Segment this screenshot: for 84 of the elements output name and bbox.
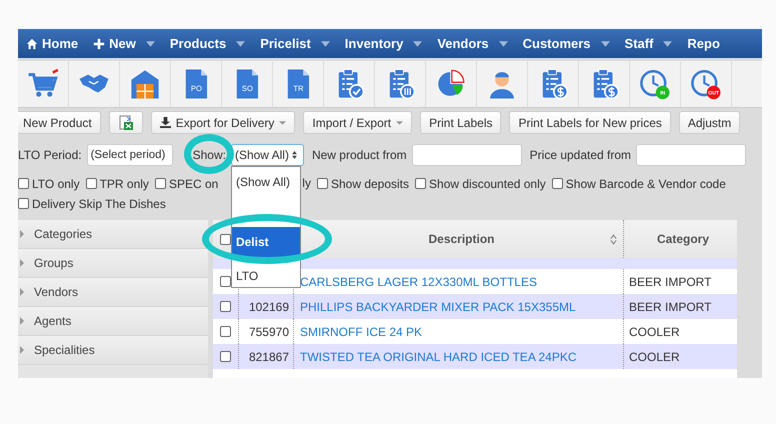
checkbox-label: ly <box>302 175 311 192</box>
caret-icon <box>279 120 286 124</box>
product-code-cell: 755970 <box>248 324 289 338</box>
select-all-checkbox[interactable] <box>220 234 231 244</box>
caret-icon <box>146 40 155 46</box>
product-code-cell: 821867 <box>248 350 289 364</box>
toolbar-button[interactable]: Print Labels <box>420 111 502 134</box>
sort-arrows-icon <box>292 151 297 159</box>
nav-menu-item[interactable]: Inventory <box>344 36 422 51</box>
excel-export-button[interactable] <box>108 111 143 134</box>
toolbar-button[interactable]: Adjustm <box>678 111 740 134</box>
expand-arrow-icon <box>20 259 24 267</box>
sort-icon <box>610 234 617 244</box>
category-cell: COOLER <box>629 324 680 338</box>
dropdown-option[interactable]: (Show All) <box>232 167 300 197</box>
toolbar-button[interactable]: New Product <box>18 111 101 134</box>
filter-checkbox[interactable]: Show discounted only <box>415 175 546 192</box>
nav-menu-item[interactable]: Customers <box>522 36 610 51</box>
caret-icon <box>396 120 404 124</box>
price-updated-from-field[interactable] <box>636 144 746 166</box>
row-checkbox[interactable] <box>220 276 231 287</box>
filter-checkbox[interactable]: LTO only <box>18 175 80 192</box>
lto-period-label: LTO Period: <box>18 148 82 162</box>
nav-menu-item[interactable]: Home <box>26 36 78 51</box>
show-label: Show: <box>192 148 226 162</box>
row-checkbox[interactable] <box>220 301 231 312</box>
caret-icon <box>600 40 610 46</box>
category-cell: BEER IMPORT <box>629 300 712 314</box>
expand-arrow-icon <box>20 288 24 296</box>
product-code-cell: 102169 <box>248 300 289 314</box>
home-icon <box>26 38 38 50</box>
plus-icon <box>93 38 106 50</box>
toolbar-button[interactable]: Import / Export <box>303 111 412 134</box>
product-link[interactable]: CARLSBERG LAGER 12X330ML BOTTLES <box>300 274 537 288</box>
nav-menu-item[interactable]: Staff <box>624 36 672 51</box>
sidebar-item[interactable]: Categories <box>18 220 208 249</box>
category-cell: COOLER <box>629 350 680 364</box>
toolbar-doc-button[interactable]: SO <box>222 61 273 107</box>
nav-menu-item[interactable]: Repo <box>687 36 720 51</box>
caret-icon <box>413 40 422 46</box>
row-checkbox[interactable] <box>220 351 231 362</box>
toolbar-button[interactable]: Export for Delivery <box>150 111 296 134</box>
sidebar-item[interactable]: Specialities <box>18 336 208 365</box>
sidebar-item-label: Agents <box>34 314 72 328</box>
toolbar-button[interactable]: Print Labels for New prices <box>509 111 671 134</box>
caret-icon <box>498 40 508 46</box>
new-product-from-label: New product from <box>312 148 407 162</box>
sidebar-item-label: Specialities <box>34 343 95 357</box>
show-select[interactable]: (Show All) <box>230 144 304 166</box>
expand-arrow-icon <box>20 317 24 325</box>
toolbar-doc-button[interactable]: TR <box>273 61 324 107</box>
lto-period-select[interactable]: (Select period) <box>86 144 173 166</box>
caret-icon <box>236 40 246 46</box>
expand-arrow-icon <box>20 346 24 354</box>
nav-menu-item[interactable]: Vendors <box>437 36 508 51</box>
caret-icon <box>320 40 330 46</box>
category-cell: BEER IMPORT <box>629 274 712 288</box>
product-link[interactable]: SMIRNOFF ICE 24 PK <box>300 324 422 338</box>
sidebar-item[interactable]: Agents <box>18 307 208 336</box>
price-updated-from-label: Price updated from <box>530 148 632 162</box>
filter-checkbox[interactable]: TPR only <box>86 175 149 192</box>
caret-icon <box>663 40 672 46</box>
sidebar-item-label: Categories <box>34 227 92 241</box>
sidebar-item[interactable]: Groups <box>18 249 208 278</box>
row-checkbox[interactable] <box>220 326 231 337</box>
dropdown-option[interactable]: Delist <box>232 227 300 257</box>
new-product-from-field[interactable] <box>412 144 522 166</box>
sidebar-item-label: Groups <box>34 256 74 270</box>
highlight-ellipse <box>184 134 234 174</box>
filter-checkbox[interactable]: Show Barcode & Vendor code <box>552 175 726 192</box>
toolbar-doc-button[interactable]: PO <box>171 61 222 107</box>
expand-arrow-icon <box>20 230 24 238</box>
column-header[interactable]: Category <box>624 220 737 258</box>
sidebar-item-label: Vendors <box>34 285 78 299</box>
nav-menu-item[interactable]: Pricelist <box>260 36 330 51</box>
filter-checkbox[interactable]: Show deposits <box>316 175 410 192</box>
nav-menu-item[interactable]: Products <box>170 36 246 51</box>
spreadsheet-icon <box>118 114 134 130</box>
download-icon <box>160 117 171 128</box>
filter-checkbox[interactable]: Delivery Skip The Dishes <box>18 195 166 212</box>
nav-menu-item[interactable]: New <box>93 36 155 51</box>
dropdown-option[interactable]: LTO <box>232 265 300 287</box>
sidebar-item[interactable]: Vendors <box>18 278 208 307</box>
filter-checkbox[interactable]: SPEC on <box>154 175 218 192</box>
